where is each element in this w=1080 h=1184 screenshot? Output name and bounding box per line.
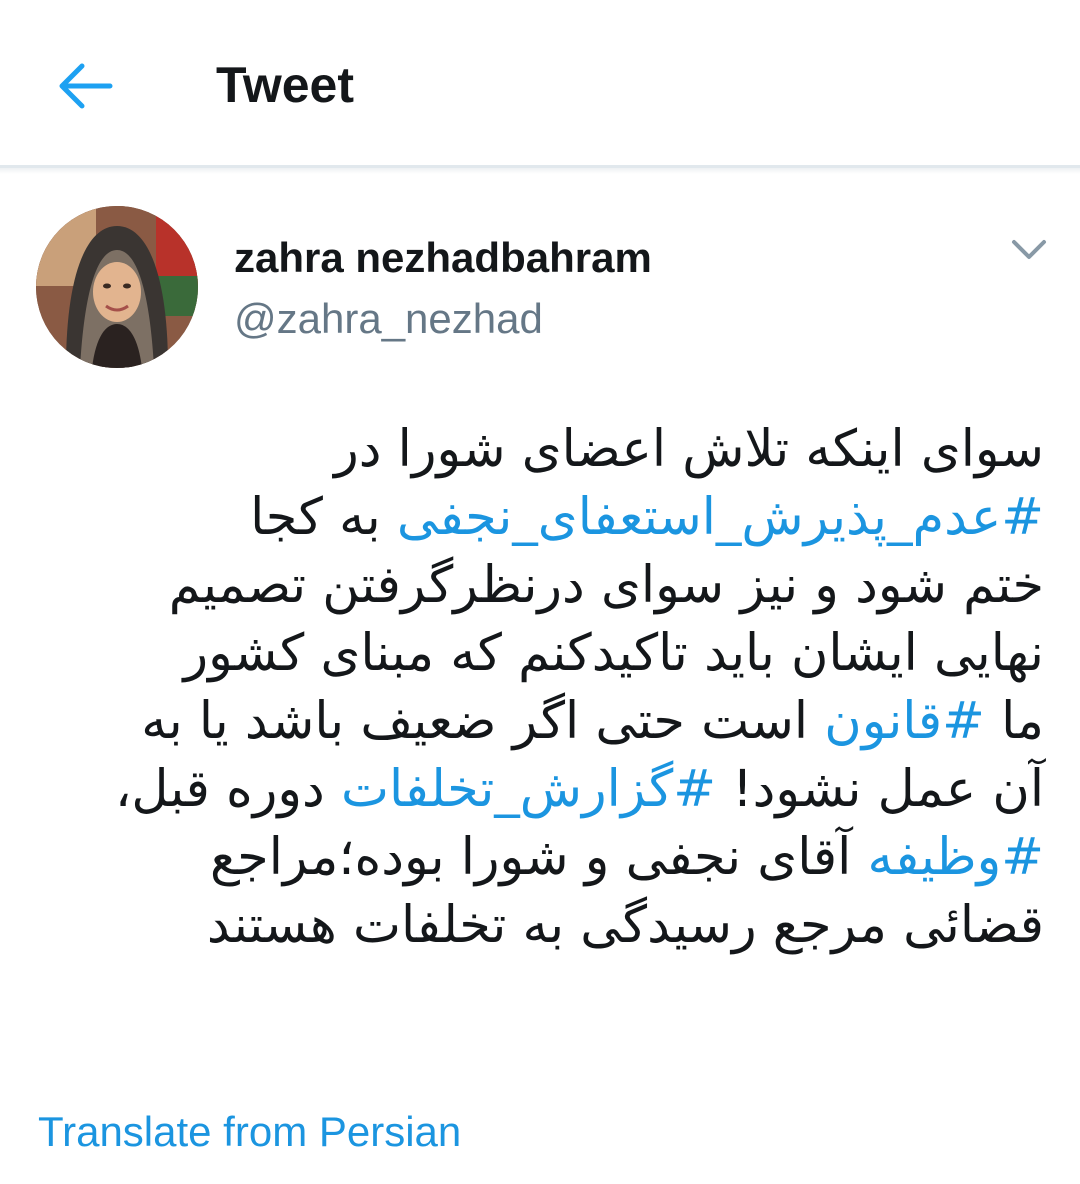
hashtag-link[interactable]: #قانون	[824, 692, 985, 751]
tweet-text-segment: قضائی مرجع رسیدگی به تخلفات هستند	[206, 896, 1044, 955]
header-divider	[0, 168, 1080, 174]
tweet-line: ما #قانون است حتی اگر ضعیف باشد یا به	[40, 688, 1044, 756]
profile-photo	[36, 206, 198, 368]
translate-link[interactable]: Translate from Persian	[38, 1104, 461, 1160]
tweet-text-segment: سوای اینکه تلاش اعضای شورا در	[334, 420, 1044, 479]
tweet-text-segment: آقای نجفی و شورا بوده؛مراجع	[210, 828, 868, 887]
tweet-line: #وظیفه آقای نجفی و شورا بوده؛مراجع	[40, 824, 1044, 892]
author-name[interactable]: zahra nezhadbahram	[234, 232, 652, 284]
tweet-text-segment: ما	[984, 692, 1044, 751]
page-title: Tweet	[216, 57, 354, 113]
tweet-text: سوای اینکه تلاش اعضای شورا در #عدم_پذیرش_…	[40, 416, 1044, 960]
tweet-line: آن عمل نشود! #گزارش_تخلفات دوره قبل،	[40, 756, 1044, 824]
tweet-text-segment: دوره قبل،	[114, 760, 341, 819]
hashtag-link[interactable]: #وظیفه	[868, 828, 1044, 887]
hashtag-link[interactable]: #گزارش_تخلفات	[341, 760, 716, 819]
chevron-down-icon	[1012, 240, 1046, 259]
tweet-line: نهایی ایشان باید تاکیدکنم که مبنای کشور	[40, 620, 1044, 688]
tweet-text-segment: آن عمل نشود!	[716, 760, 1044, 819]
tweet-text-segment: ختم شود و نیز سوای درنظرگرفتن تصمیم	[168, 556, 1044, 615]
top-app-bar: Tweet	[0, 0, 1080, 168]
tweet-line: قضائی مرجع رسیدگی به تخلفات هستند	[40, 892, 1044, 960]
back-button[interactable]	[52, 56, 116, 116]
tweet-text-segment: به کجا	[250, 488, 397, 547]
arrow-left-icon	[59, 63, 113, 109]
hashtag-link[interactable]: #عدم_پذیرش_استعفای_نجفی	[397, 488, 1044, 547]
tweet-text-segment: است حتی اگر ضعیف باشد یا به	[141, 692, 825, 751]
tweet-line: ختم شود و نیز سوای درنظرگرفتن تصمیم	[40, 552, 1044, 620]
tweet-line: سوای اینکه تلاش اعضای شورا در	[40, 416, 1044, 484]
tweet-options-button[interactable]	[1006, 232, 1052, 268]
tweet-text-segment: نهایی ایشان باید تاکیدکنم که مبنای کشور	[183, 624, 1044, 683]
avatar[interactable]	[36, 206, 198, 368]
tweet-line: #عدم_پذیرش_استعفای_نجفی به کجا	[40, 484, 1044, 552]
author-handle[interactable]: @zahra_nezhad	[234, 292, 543, 346]
